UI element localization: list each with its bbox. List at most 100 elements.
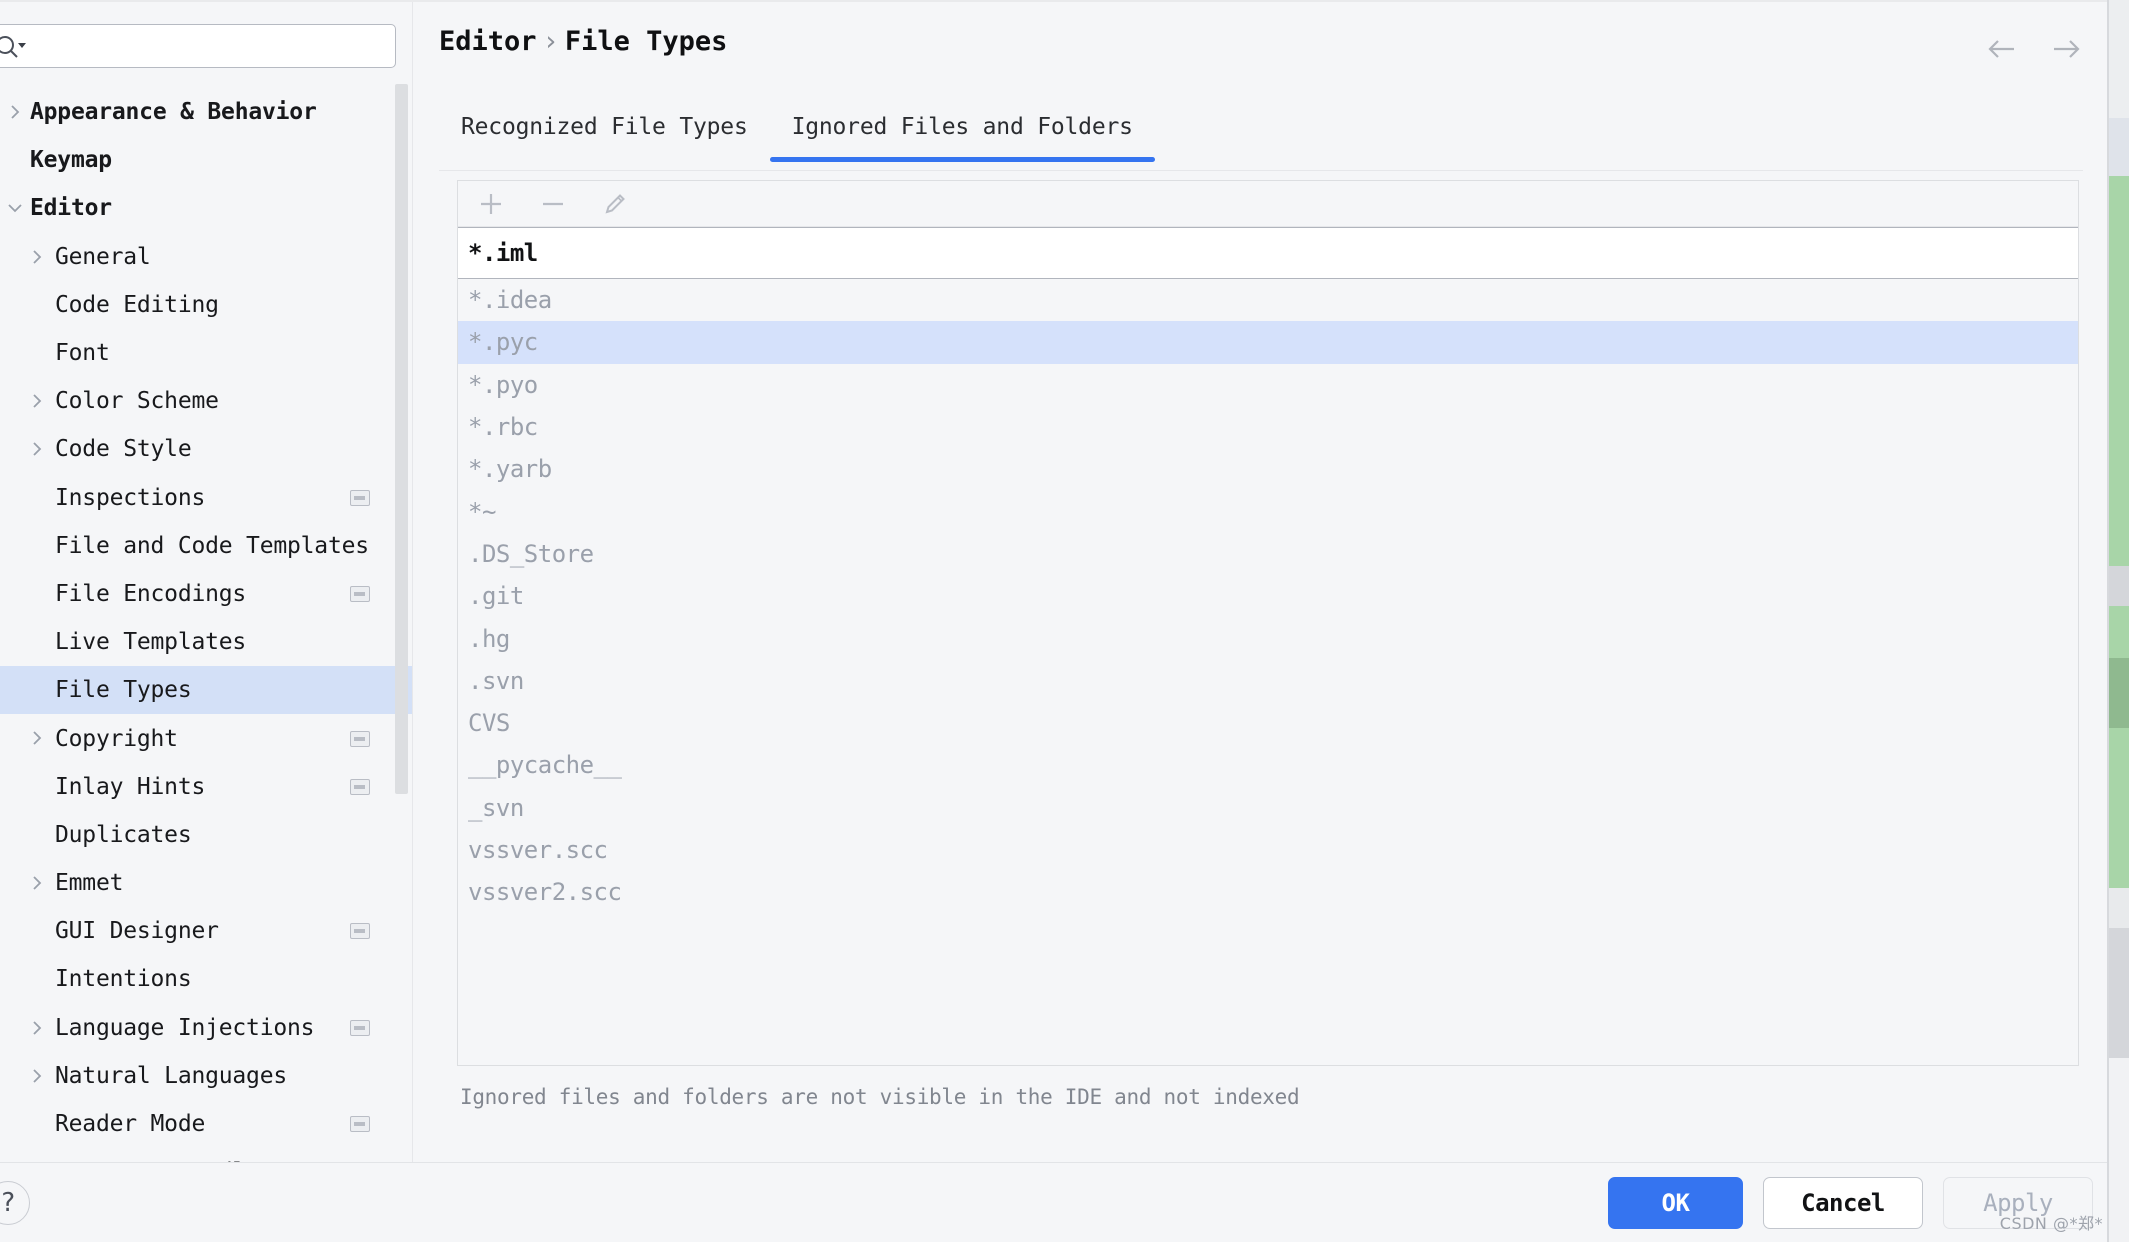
project-scope-badge-icon	[350, 1019, 370, 1036]
list-toolbar	[458, 181, 2078, 227]
ok-button[interactable]: OK	[1608, 1177, 1743, 1229]
sidebar-item-intentions[interactable]: Intentions	[0, 955, 412, 1003]
chevron-right-icon[interactable]	[26, 438, 48, 460]
sidebar-item-duplicates[interactable]: Duplicates	[0, 811, 412, 859]
chevron-right-icon[interactable]	[26, 872, 48, 894]
sidebar-item-gui-designer[interactable]: GUI Designer	[0, 907, 412, 955]
list-item[interactable]: .DS_Store	[458, 533, 2078, 575]
sidebar-item-inlay-hints[interactable]: Inlay Hints	[0, 763, 412, 811]
list-item[interactable]: *.pyo	[458, 364, 2078, 406]
sidebar-item-label: Inspections	[55, 484, 206, 511]
sidebar-item-inspections[interactable]: Inspections	[0, 474, 412, 522]
project-scope-badge-icon	[350, 923, 370, 940]
settings-tree: Appearance & Behavior Keymap Editor General…	[0, 88, 412, 1162]
sidebar-item-label: Keymap	[30, 147, 112, 174]
chevron-down-icon[interactable]	[4, 197, 26, 219]
sidebar-item-general[interactable]: General	[0, 233, 412, 281]
arrow-right-icon[interactable]	[2049, 32, 2083, 66]
sidebar-item-label: Appearance & Behavior	[30, 99, 317, 126]
ide-background-strip	[2109, 0, 2129, 1242]
arrow-left-icon[interactable]	[1985, 32, 2019, 66]
tab-bar-underline	[439, 170, 2083, 171]
sidebar-item-label: File Types	[55, 677, 192, 704]
search-box[interactable]	[0, 24, 396, 68]
sidebar-item-live-templates[interactable]: Live Templates	[0, 618, 412, 666]
cancel-button[interactable]: Cancel	[1763, 1177, 1923, 1229]
sidebar-item-label: General	[55, 243, 151, 270]
ignored-file-list: *.idea *.pyc *.pyo *.rbc *.yarb *~ .DS_Store .g…	[458, 279, 2078, 1065]
list-item[interactable]: *.pyc	[458, 321, 2078, 364]
project-scope-badge-icon	[350, 489, 370, 506]
sidebar-item-appearance-behavior[interactable]: Appearance & Behavior	[0, 88, 412, 136]
list-item[interactable]: *.rbc	[458, 406, 2078, 448]
list-item[interactable]: .git	[458, 575, 2078, 617]
tab-bar: Recognized File Types Ignored Files and F…	[439, 106, 1155, 166]
list-item[interactable]: *.yarb	[458, 448, 2078, 490]
sidebar-item-color-scheme[interactable]: Color Scheme	[0, 377, 412, 425]
project-scope-badge-icon	[350, 1116, 370, 1133]
list-item[interactable]: *.idea	[458, 279, 2078, 321]
breadcrumb-separator: ›	[542, 26, 559, 57]
sidebar-item-natural-languages[interactable]: Natural Languages	[0, 1052, 412, 1100]
chevron-right-icon[interactable]	[4, 101, 26, 123]
sidebar-item-editor[interactable]: Editor	[0, 184, 412, 232]
chevron-right-icon[interactable]	[26, 246, 48, 268]
sidebar-item-reader-mode[interactable]: Reader Mode	[0, 1100, 412, 1148]
sidebar-item-emmet[interactable]: Emmet	[0, 859, 412, 907]
chevron-right-icon[interactable]	[26, 1065, 48, 1087]
project-scope-badge-icon	[350, 730, 370, 747]
list-item[interactable]: CVS	[458, 702, 2078, 744]
sidebar-item-font[interactable]: Font	[0, 329, 412, 377]
sidebar-item-file-and-code-templates[interactable]: File and Code Templates	[0, 522, 412, 570]
navigation-arrows	[1985, 32, 2083, 66]
sidebar-item-code-style[interactable]: Code Style	[0, 425, 412, 473]
help-button[interactable]: ?	[0, 1181, 30, 1225]
chevron-right-icon[interactable]	[26, 727, 48, 749]
breadcrumb-parent[interactable]: Editor	[439, 26, 537, 57]
project-scope-badge-icon	[350, 585, 370, 602]
remove-button[interactable]	[536, 187, 570, 221]
sidebar-item-language-injections[interactable]: Language Injections	[0, 1004, 412, 1052]
project-scope-badge-icon	[350, 778, 370, 795]
dialog-footer: ? OK Cancel Apply	[0, 1162, 2129, 1242]
watermark: CSDN @*郑*	[1999, 1214, 2103, 1233]
chevron-right-icon[interactable]	[26, 1017, 48, 1039]
list-item[interactable]: .hg	[458, 617, 2078, 659]
sidebar-item-code-editing[interactable]: Code Editing	[0, 281, 412, 329]
sidebar-item-file-types[interactable]: File Types	[0, 666, 412, 715]
sidebar-item-label: Reader Mode	[55, 1111, 206, 1138]
sidebar-item-label: Code Editing	[55, 291, 219, 318]
sidebar-scrollbar-thumb[interactable]	[395, 84, 408, 794]
sidebar-item-label: Duplicates	[55, 821, 192, 848]
search-input[interactable]	[33, 25, 389, 67]
sidebar-item-label: File Encodings	[55, 580, 247, 607]
search-icon	[0, 34, 27, 60]
tab-ignored-files-and-folders[interactable]: Ignored Files and Folders	[769, 106, 1155, 162]
sidebar-item-label: Inlay Hints	[55, 773, 206, 800]
sidebar-item-label: Intentions	[55, 966, 192, 993]
list-item[interactable]: vssver.scc	[458, 829, 2078, 871]
add-button[interactable]	[474, 187, 508, 221]
list-item[interactable]: _svn	[458, 787, 2078, 829]
sidebar-item-textmate-bundl[interactable]: TextMate Bundl	[0, 1148, 412, 1162]
sidebar-item-label: Emmet	[55, 870, 124, 897]
tab-recognized-file-types[interactable]: Recognized File Types	[439, 106, 770, 162]
list-item[interactable]: *~	[458, 490, 2078, 532]
breadcrumb: Editor › File Types	[439, 26, 727, 57]
chevron-right-icon[interactable]	[26, 390, 48, 412]
sidebar-item-file-encodings[interactable]: File Encodings	[0, 570, 412, 618]
sidebar-item-keymap[interactable]: Keymap	[0, 136, 412, 184]
ignored-pattern-value: *.iml	[468, 239, 538, 267]
sidebar-item-copyright[interactable]: Copyright	[0, 714, 412, 762]
ignored-files-panel: *.iml *.idea *.pyc *.pyo *.rbc *.yarb *~ .DS_S…	[457, 180, 2079, 1066]
pencil-icon[interactable]	[598, 187, 632, 221]
sidebar-item-label: Font	[55, 340, 110, 367]
sidebar-item-label: Live Templates	[55, 629, 247, 656]
sidebar-item-label: GUI Designer	[55, 918, 219, 945]
list-item[interactable]: .svn	[458, 660, 2078, 702]
list-item[interactable]: vssver2.scc	[458, 871, 2078, 913]
settings-sidebar: Appearance & Behavior Keymap Editor General…	[0, 2, 412, 1162]
ignored-pattern-input[interactable]: *.iml	[458, 227, 2078, 279]
list-item[interactable]: __pycache__	[458, 744, 2078, 786]
breadcrumb-current: File Types	[564, 26, 728, 57]
